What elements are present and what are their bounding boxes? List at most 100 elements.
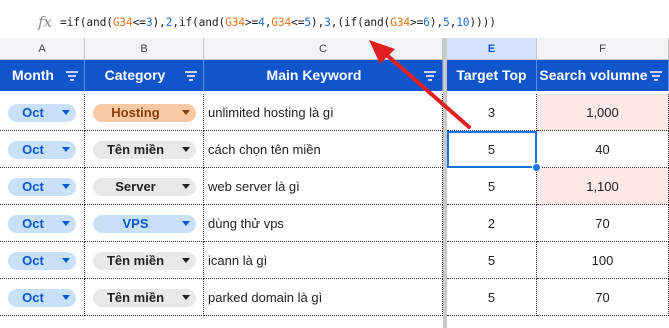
formula-segment: <= (132, 16, 146, 29)
formula-segment: ), (310, 16, 325, 29)
chevron-down-icon[interactable] (62, 110, 70, 115)
dropdown-chip[interactable]: Hosting (93, 104, 196, 122)
chip-label: Tên miền (106, 290, 165, 305)
cell-search-volume[interactable]: 100 (537, 242, 669, 279)
cell-target-top[interactable]: 3 (447, 94, 537, 131)
chevron-down-icon[interactable] (62, 147, 70, 152)
cell-target-top[interactable]: 5 (447, 168, 537, 205)
fx-icon: fx (38, 13, 53, 31)
cell-month[interactable]: Oct (0, 205, 85, 242)
column-letter-a[interactable]: A (0, 38, 85, 60)
formula-segment: ,(if(and( (330, 16, 391, 29)
column-letter-c[interactable]: C (204, 38, 443, 60)
cell-text: 40 (595, 142, 610, 157)
chip-label: Oct (22, 142, 44, 157)
filter-icon[interactable] (424, 71, 436, 81)
column-letter-e[interactable]: E (447, 38, 537, 60)
cell-text: 5 (487, 253, 496, 268)
filter-icon[interactable] (185, 71, 197, 81)
header-keyword: Main Keyword (204, 60, 443, 91)
cell-month[interactable]: Oct (0, 279, 85, 316)
dropdown-chip[interactable]: Tên miền (93, 289, 196, 307)
cell-keyword[interactable]: web server là gì (204, 168, 443, 205)
cell-target-top[interactable]: 2 (447, 205, 537, 242)
formula-segment: >= (244, 16, 259, 29)
header-category-label: Category (104, 67, 166, 83)
chevron-down-icon[interactable] (62, 258, 70, 263)
formula-segment: )))) (469, 16, 496, 29)
cell-month[interactable]: Oct (0, 168, 85, 205)
cell-search-volume[interactable]: 1,000 (537, 94, 669, 131)
dropdown-chip[interactable]: Oct (8, 104, 76, 122)
filter-icon[interactable] (66, 71, 78, 81)
cell-category[interactable]: Tên miền (85, 279, 204, 316)
cell-search-volume[interactable]: 70 (537, 279, 669, 316)
cell-target-top[interactable]: 5 (447, 279, 537, 316)
formula-segment: ), (152, 16, 166, 29)
formula-text[interactable]: =if(and(G34<=3),2,if(and(G34>=4,G34<=5),… (60, 16, 496, 29)
chevron-down-icon[interactable] (182, 258, 190, 263)
column-letter-b[interactable]: B (85, 38, 204, 60)
dropdown-chip[interactable]: Oct (8, 215, 76, 233)
chip-label: Tên miền (106, 253, 165, 268)
chevron-down-icon[interactable] (182, 221, 190, 226)
cell-text: cách chọn tên miền (208, 142, 321, 157)
freeze-divider[interactable] (443, 38, 447, 328)
dropdown-chip[interactable]: Server (93, 178, 196, 196)
cell-text: unlimited hosting là gì (208, 105, 334, 120)
formula-segment: 6 (423, 16, 430, 29)
formula-segment: G34 (225, 16, 245, 29)
chip-label: Server (115, 179, 156, 194)
cell-keyword[interactable]: icann là gì (204, 242, 443, 279)
cell-text: 1,100 (586, 179, 619, 194)
chevron-down-icon[interactable] (62, 295, 70, 300)
cell-category[interactable]: Tên miền (85, 131, 204, 168)
cell-text: 5 (487, 179, 496, 194)
dropdown-chip[interactable]: Oct (8, 289, 76, 307)
formula-segment: 5 (304, 16, 311, 29)
chip-label: Oct (22, 216, 44, 231)
cell-search-volume[interactable]: 40 (537, 131, 669, 168)
cell-month[interactable]: Oct (0, 131, 85, 168)
cell-text: parked domain là gì (208, 290, 323, 305)
formula-segment: <= (291, 16, 305, 29)
cell-target-top[interactable]: 5 (447, 242, 537, 279)
formula-segment: G34 (390, 16, 410, 29)
chevron-down-icon[interactable] (182, 110, 190, 115)
column-letter-f[interactable]: F (537, 38, 669, 60)
cell-category[interactable]: Server (85, 168, 204, 205)
cell-search-volume[interactable]: 1,100 (537, 168, 669, 205)
chip-label: Hosting (111, 105, 160, 120)
header-month: Month (0, 60, 85, 91)
header-category: Category (85, 60, 204, 91)
cell-keyword[interactable]: unlimited hosting là gì (204, 94, 443, 131)
dropdown-chip[interactable]: Tên miền (93, 141, 196, 159)
header-volume-label: Search volumne (539, 67, 648, 83)
cell-keyword[interactable]: cách chọn tên miền (204, 131, 443, 168)
dropdown-chip[interactable]: Tên miền (93, 252, 196, 270)
formula-segment: ), (429, 16, 443, 29)
cell-search-volume[interactable]: 70 (537, 205, 669, 242)
cell-category[interactable]: Hosting (85, 94, 204, 131)
dropdown-chip[interactable]: VPS (93, 215, 196, 233)
dropdown-chip[interactable]: Oct (8, 252, 76, 270)
cell-keyword[interactable]: dùng thử vps (204, 205, 443, 242)
cell-text: dùng thử vps (208, 216, 284, 231)
chip-label: VPS (122, 216, 149, 231)
chevron-down-icon[interactable] (62, 221, 70, 226)
cell-category[interactable]: VPS (85, 205, 204, 242)
chevron-down-icon[interactable] (182, 295, 190, 300)
cell-month[interactable]: Oct (0, 242, 85, 279)
cell-month[interactable]: Oct (0, 94, 85, 131)
table-row: Oct Hosting unlimited hosting là gì 3 1,000 (0, 94, 669, 131)
chevron-down-icon[interactable] (182, 184, 190, 189)
fill-handle[interactable] (532, 163, 541, 172)
chevron-down-icon[interactable] (182, 147, 190, 152)
filter-icon[interactable] (650, 71, 662, 81)
cell-category[interactable]: Tên miền (85, 242, 204, 279)
cell-keyword[interactable]: parked domain là gì (204, 279, 443, 316)
chevron-down-icon[interactable] (62, 184, 70, 189)
cell-target-top[interactable]: 5 (447, 131, 537, 168)
dropdown-chip[interactable]: Oct (8, 141, 76, 159)
dropdown-chip[interactable]: Oct (8, 178, 76, 196)
